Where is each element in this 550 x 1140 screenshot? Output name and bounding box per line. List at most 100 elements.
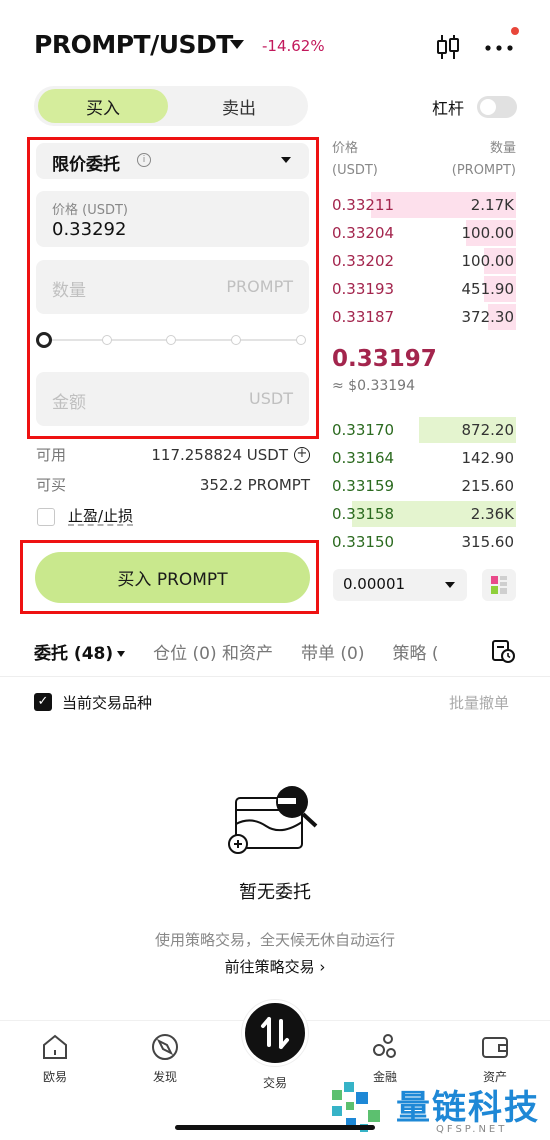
trade-fab[interactable] <box>242 1000 308 1066</box>
ob-price-header-line1: 价格 <box>332 141 359 156</box>
empty-title: 暂无委托 <box>239 882 311 903</box>
tab-strategy[interactable]: 策略 ( <box>393 639 439 664</box>
tab-orders[interactable]: 委托 (48) <box>34 639 126 664</box>
bid-qty: 142.90 <box>461 449 515 467</box>
ask-price: 0.33202 <box>332 252 395 270</box>
order-tabs: 委托 (48) 仓位 (0) 和资产 带单 (0) 策略 ( <box>34 636 439 666</box>
bid-qty: 215.60 <box>461 477 515 495</box>
pair-title[interactable]: PROMPT/USDT <box>34 30 233 59</box>
bid-row[interactable]: 0.33158 2.36K <box>330 501 516 527</box>
divider <box>0 676 550 677</box>
nav-finance[interactable]: 金融 <box>350 1032 420 1085</box>
amount-unit: USDT <box>249 389 293 408</box>
nav-discover-label: 发现 <box>152 1070 177 1084</box>
bid-row[interactable]: 0.33150 315.60 <box>330 529 516 555</box>
sell-tab[interactable]: 卖出 <box>174 89 304 123</box>
leverage-switch[interactable] <box>477 96 517 118</box>
current-symbol-label: 当前交易品种 <box>62 694 153 712</box>
watermark-domain: QFSP.NET <box>436 1124 508 1135</box>
tabs-fade <box>470 632 486 668</box>
candlestick-chart-icon[interactable] <box>434 33 462 61</box>
tab-positions[interactable]: 仓位 (0) 和资产 <box>153 639 273 664</box>
ask-row[interactable]: 0.33193 451.90 <box>330 276 516 302</box>
history-icon[interactable] <box>490 638 516 664</box>
ask-row[interactable]: 0.33211 2.17K <box>330 192 516 218</box>
nav-assets[interactable]: 资产 <box>460 1032 530 1085</box>
ask-row[interactable]: 0.33202 100.00 <box>330 248 516 274</box>
notification-dot <box>511 27 519 35</box>
bid-qty: 2.36K <box>470 505 514 523</box>
ask-price: 0.33187 <box>332 308 395 326</box>
info-icon[interactable]: i <box>137 153 151 167</box>
ask-qty: 100.00 <box>461 224 515 242</box>
price-change: -14.62% <box>262 37 325 55</box>
watermark: 量链科技 QFSP.NET <box>330 1080 550 1140</box>
slider-step-100[interactable] <box>296 335 306 345</box>
available-row: 可用 117.258824 USDT + <box>36 444 310 465</box>
bid-row[interactable]: 0.33159 215.60 <box>330 473 516 499</box>
add-funds-icon[interactable]: + <box>294 447 310 463</box>
nav-trade-label: 交易 <box>262 1076 287 1090</box>
slider-step-75[interactable] <box>231 335 241 345</box>
ask-row[interactable]: 0.33187 372.30 <box>330 304 516 330</box>
quantity-field[interactable]: 数量 PROMPT <box>36 260 309 314</box>
more-icon[interactable] <box>484 36 514 56</box>
nav-home[interactable]: 欧易 <box>20 1032 90 1085</box>
available-label: 可用 <box>36 446 67 464</box>
tpsl-checkbox[interactable] <box>37 508 55 526</box>
watermark-name: 量链科技 <box>396 1088 540 1128</box>
strategy-trading-link[interactable]: 前往策略交易 › <box>0 956 550 977</box>
ask-qty: 372.30 <box>461 308 515 326</box>
ask-row[interactable]: 0.33204 100.00 <box>330 220 516 246</box>
ask-price: 0.33193 <box>332 280 395 298</box>
buyable-row: 可买 352.2 PROMPT <box>36 474 310 495</box>
bid-row[interactable]: 0.33164 142.90 <box>330 445 516 471</box>
chevron-down-icon <box>117 650 126 657</box>
slider-step-50[interactable] <box>166 335 176 345</box>
bid-price: 0.33164 <box>332 449 395 467</box>
batch-cancel-button[interactable]: 批量撤单 <box>449 692 509 713</box>
tab-bracket[interactable]: 带单 (0) <box>301 639 364 664</box>
current-symbol-checkbox[interactable]: ✓ <box>34 693 52 711</box>
bid-row[interactable]: 0.33170 872.20 <box>330 417 516 443</box>
tick-size-value: 0.00001 <box>343 575 406 593</box>
price-field-label: 价格 (USDT) <box>52 203 128 218</box>
order-type-label: 限价委托 <box>52 155 120 175</box>
ob-price-header: 价格 (USDT) <box>332 138 378 182</box>
nav-discover[interactable]: 发现 <box>130 1032 200 1085</box>
amount-field[interactable]: 金额 USDT <box>36 372 309 426</box>
tick-size-select[interactable]: 0.00001 <box>333 569 467 601</box>
slider-handle[interactable] <box>36 332 52 348</box>
slider-step-25[interactable] <box>102 335 112 345</box>
available-value: 117.258824 USDT <box>151 445 288 464</box>
ask-qty: 2.17K <box>470 196 514 214</box>
orderbook-layout-icon[interactable] <box>482 569 516 601</box>
tab-orders-label: 委托 (48) <box>34 643 114 664</box>
discover-icon <box>152 1034 178 1060</box>
ob-qty-header-line2: (PROMPT) <box>451 163 516 178</box>
order-type-select[interactable]: 限价委托 i <box>36 143 309 179</box>
ob-qty-header: 数量 (PROMPT) <box>430 138 516 182</box>
bid-price: 0.33170 <box>332 421 395 439</box>
price-field[interactable]: 价格 (USDT) 0.33292 <box>36 191 309 247</box>
bid-price: 0.33150 <box>332 533 395 551</box>
nav-trade[interactable]: 交易 <box>240 1074 310 1091</box>
buy-sell-toggle: 买入 卖出 <box>34 86 308 126</box>
price-field-value[interactable]: 0.33292 <box>52 219 126 240</box>
ask-price: 0.33211 <box>332 196 395 214</box>
bid-price: 0.33159 <box>332 477 395 495</box>
finance-icon <box>373 1034 396 1058</box>
buy-tab[interactable]: 买入 <box>38 89 168 123</box>
ask-price: 0.33204 <box>332 224 395 242</box>
chevron-down-icon <box>281 157 291 163</box>
buyable-label: 可买 <box>36 476 67 494</box>
leverage-label: 杠杆 <box>432 99 465 118</box>
buy-submit-button[interactable]: 买入 PROMPT <box>35 552 310 603</box>
bid-qty: 872.20 <box>461 421 515 439</box>
ob-qty-header-line1: 数量 <box>489 141 516 156</box>
last-price-usd: ≈ $0.33194 <box>332 378 415 394</box>
pair-dropdown-icon[interactable] <box>230 40 244 49</box>
amount-placeholder: 金额 <box>52 393 86 413</box>
tpsl-label[interactable]: 止盈/止损 <box>68 505 133 526</box>
home-indicator <box>175 1125 375 1130</box>
